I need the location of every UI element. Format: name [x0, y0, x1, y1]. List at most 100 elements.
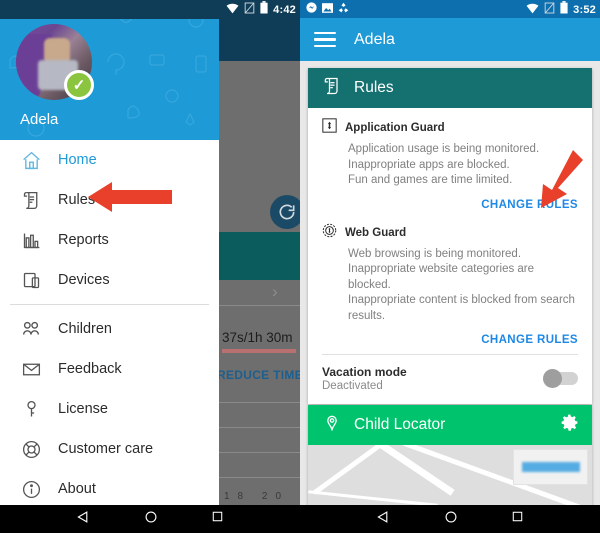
- sidebar-item-label: Home: [58, 152, 97, 168]
- rules-card-title: Rules: [354, 79, 394, 96]
- profile-name: Adela: [20, 111, 59, 128]
- sidebar-item-label: Children: [58, 321, 112, 337]
- map-pin-icon: [322, 413, 342, 438]
- gridline: [215, 477, 300, 478]
- sidebar-item-reports[interactable]: Reports: [0, 220, 219, 260]
- wifi-icon: [526, 1, 539, 19]
- section-description: Web browsing is being monitored. Inappro…: [348, 247, 578, 325]
- sidebar-item-customer-care[interactable]: Customer care: [0, 429, 219, 469]
- vacation-mode-text: Vacation mode Deactivated: [322, 365, 407, 392]
- section-title-row: Web Guard: [322, 223, 578, 243]
- check-icon: ✓: [64, 70, 94, 100]
- sidebar-item-label: Feedback: [58, 361, 122, 377]
- left-status-bar: 4:42: [0, 0, 300, 19]
- chart-axis-labels: 18 20 22: [224, 491, 300, 502]
- web-guard-section: Web Guard Web browsing is being monitore…: [308, 219, 592, 325]
- status-time: 3:52: [573, 3, 596, 16]
- page-title: Adela: [354, 30, 395, 48]
- divider: [10, 304, 209, 305]
- screenshot-root: question-mark-icon › 37s/1h 30m REDUCE T…: [0, 0, 600, 533]
- change-rules-button-web[interactable]: CHANGE RULES: [308, 324, 592, 354]
- scroll-icon: [322, 76, 342, 101]
- gridline: [215, 452, 300, 453]
- sidebar-item-home[interactable]: Home: [0, 140, 219, 180]
- gridline: [215, 427, 300, 428]
- map-label-chip: [513, 449, 588, 485]
- red-arrow-down-annotation: [525, 148, 585, 210]
- sidebar-item-about[interactable]: About: [0, 469, 219, 505]
- sidebar-item-label: Reports: [58, 232, 109, 248]
- web-guard-icon: [322, 223, 337, 243]
- photo-icon: [322, 0, 333, 18]
- status-time: 4:42: [273, 3, 296, 16]
- background-progress-bar: [222, 349, 296, 353]
- chevron-right-icon: ›: [272, 282, 278, 301]
- recents-icon[interactable]: [511, 510, 524, 528]
- child-locator-header: Child Locator: [308, 405, 592, 445]
- vacation-mode-toggle[interactable]: [543, 369, 578, 388]
- section-title: Web Guard: [345, 226, 407, 239]
- home-icon: [12, 147, 50, 173]
- rules-card: Rules Application Guard Application usag…: [308, 68, 592, 404]
- section-title-row: Application Guard: [322, 118, 578, 138]
- hamburger-icon[interactable]: [314, 31, 336, 48]
- sidebar-item-label: About: [58, 481, 96, 497]
- back-icon[interactable]: [76, 510, 91, 529]
- key-icon: [12, 396, 50, 422]
- left-phone-screenshot: question-mark-icon › 37s/1h 30m REDUCE T…: [0, 0, 300, 505]
- app-bar: Adela question-mark-icon: [300, 18, 600, 61]
- android-navigation-bar: [0, 505, 600, 533]
- drive-icon: [338, 0, 349, 18]
- description-line: Inappropriate website categories are blo…: [348, 263, 535, 291]
- recents-icon[interactable]: [211, 510, 224, 528]
- sidebar-item-devices[interactable]: Devices: [0, 260, 219, 300]
- sidebar-item-label: Devices: [58, 272, 110, 288]
- devices-icon: [12, 267, 50, 293]
- sim-icon: [244, 1, 255, 19]
- right-status-bar: 3:52: [300, 0, 600, 18]
- sim-icon: [544, 1, 555, 19]
- app-guard-icon: [322, 118, 337, 138]
- home-icon[interactable]: [444, 510, 458, 529]
- child-locator-title: Child Locator: [354, 416, 446, 433]
- envelope-icon: [12, 356, 50, 382]
- background-reduce-time-button[interactable]: REDUCE TIME: [217, 368, 300, 382]
- nav-buttons-left: [0, 505, 300, 533]
- sidebar-item-label: Customer care: [58, 441, 154, 457]
- sidebar-item-children[interactable]: Children: [0, 309, 219, 349]
- description-line: Inappropriate content is blocked from se…: [348, 294, 575, 322]
- gridline: [215, 402, 300, 403]
- rules-card-header: Rules: [308, 68, 592, 108]
- status-system-icons: 3:52: [526, 0, 596, 19]
- people-icon: [12, 316, 50, 342]
- back-icon[interactable]: [376, 510, 391, 529]
- gear-icon[interactable]: [559, 412, 580, 438]
- battery-icon: [260, 0, 268, 19]
- description-line: Web browsing is being monitored.: [348, 247, 522, 260]
- home-icon[interactable]: [144, 510, 158, 529]
- map-preview[interactable]: [308, 445, 592, 505]
- battery-icon: [560, 0, 568, 19]
- map-road: [308, 490, 438, 505]
- navigation-drawer: ✓ Adela Home Rules Reports Devices Child…: [0, 0, 219, 505]
- right-phone-screenshot: 3:52 Adela question-mark-icon Rules: [300, 0, 600, 505]
- lifebuoy-icon: [12, 436, 50, 462]
- wifi-icon: [226, 1, 239, 19]
- status-icons: 4:42: [226, 0, 296, 19]
- section-title: Application Guard: [345, 122, 445, 134]
- vacation-mode-row[interactable]: Vacation mode Deactivated: [308, 355, 592, 404]
- info-icon: [12, 476, 50, 502]
- avatar[interactable]: ✓: [16, 24, 94, 100]
- background-time-used: 37s/1h 30m: [222, 330, 293, 345]
- map-label-text: [522, 462, 580, 472]
- refresh-icon[interactable]: [270, 195, 300, 229]
- bar-chart-icon: [12, 227, 50, 253]
- sidebar-item-feedback[interactable]: Feedback: [0, 349, 219, 389]
- drawer-header: ✓ Adela: [0, 0, 219, 140]
- nav-buttons-right: [300, 505, 600, 533]
- scroll-icon: [12, 187, 50, 213]
- child-locator-card: Child Locator: [308, 405, 592, 505]
- sidebar-item-license[interactable]: License: [0, 389, 219, 429]
- red-arrow-left-annotation: [88, 180, 172, 214]
- vacation-mode-title: Vacation mode: [322, 365, 407, 379]
